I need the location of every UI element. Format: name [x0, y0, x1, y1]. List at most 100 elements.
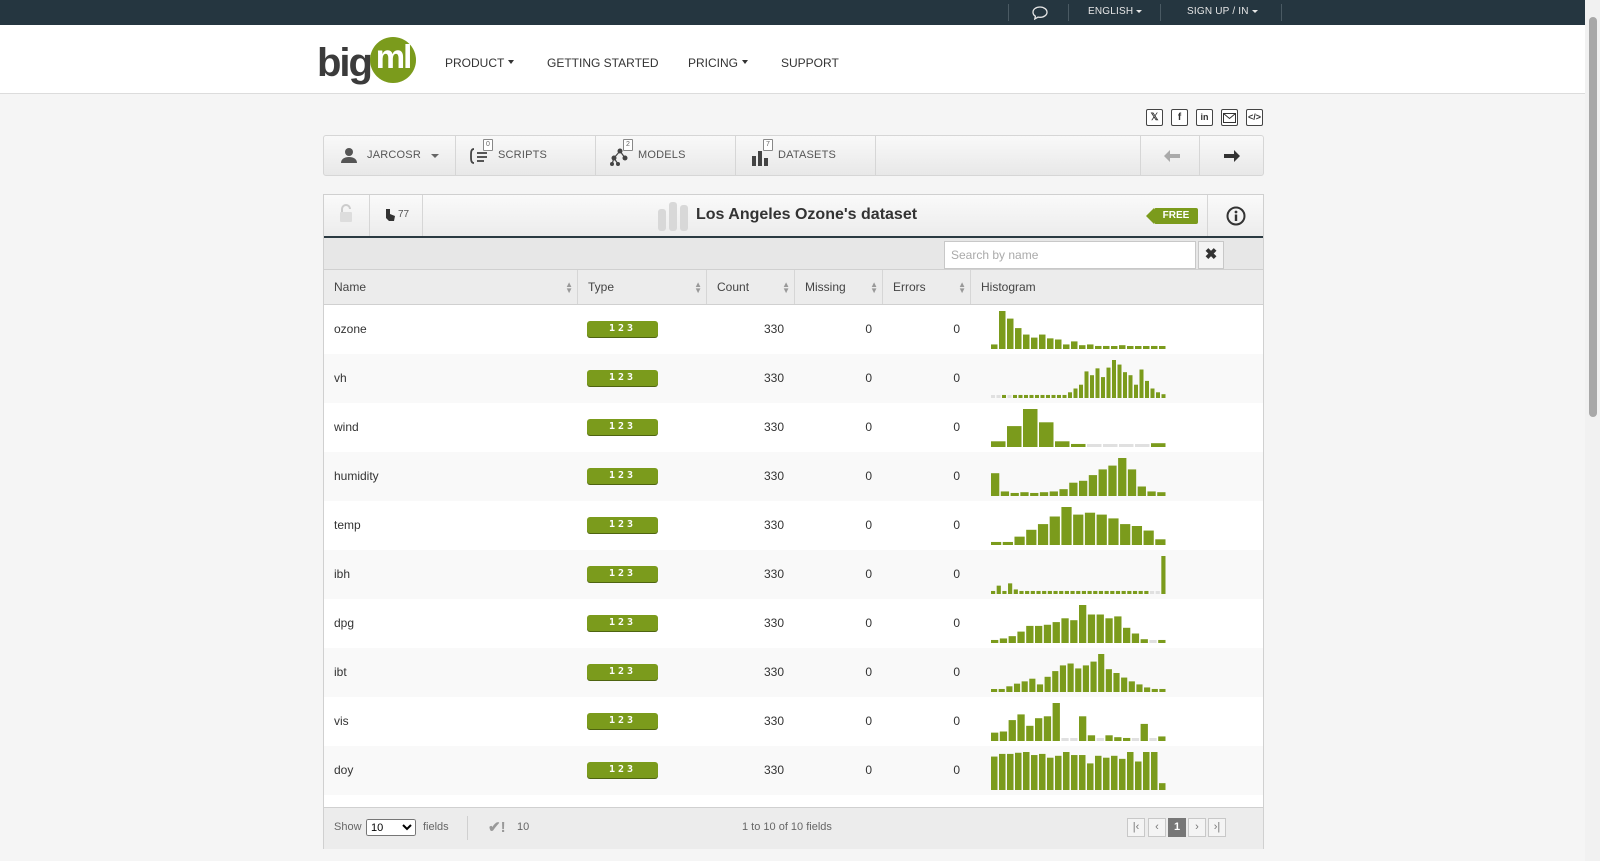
- field-name[interactable]: doy: [334, 746, 574, 795]
- mail-icon[interactable]: [1221, 109, 1238, 126]
- histogram-bar: [1007, 395, 1012, 398]
- histogram-bar: [1093, 590, 1098, 594]
- signup-menu[interactable]: SIGN UP / IN: [1187, 6, 1258, 17]
- table-row[interactable]: vis 123 330 0 0: [324, 697, 1263, 746]
- histogram-bar: [1059, 665, 1067, 692]
- page-size-select[interactable]: 10: [366, 819, 416, 836]
- field-name[interactable]: ozone: [334, 305, 574, 354]
- column-header-missing[interactable]: Missing ▲ ▼: [795, 270, 883, 304]
- nav-product[interactable]: PRODUCT: [445, 56, 515, 70]
- dataset-title: Los Angeles Ozone's dataset: [696, 206, 918, 223]
- histogram-bar: [1151, 688, 1158, 692]
- lock-button[interactable]: [324, 195, 370, 236]
- datasets-label: DATASETS: [778, 149, 837, 161]
- language-menu[interactable]: ENGLISH: [1088, 6, 1143, 17]
- table-row[interactable]: vh 123 330 0 0: [324, 354, 1263, 403]
- histogram-bar: [1127, 469, 1137, 496]
- histogram-bar: [1002, 394, 1006, 398]
- column-header-errors[interactable]: Errors ▲ ▼: [883, 270, 971, 304]
- histogram[interactable]: [991, 599, 1173, 648]
- table-row[interactable]: dpg 123 330 0 0: [324, 599, 1263, 648]
- histogram-bar: [1096, 738, 1104, 741]
- toolbar-scripts[interactable]: 0 SCRIPTS: [456, 136, 596, 175]
- toolbar-datasets[interactable]: 7 DATASETS: [736, 136, 876, 175]
- toolbar-models[interactable]: 2 MODELS: [596, 136, 736, 175]
- histogram-bar: [1035, 394, 1039, 398]
- histogram-bar: [1151, 443, 1166, 447]
- histogram-bar: [1023, 752, 1030, 790]
- first-page-button[interactable]: |‹: [1127, 818, 1145, 837]
- column-header-name[interactable]: Name ▲ ▼: [324, 270, 578, 304]
- next-page-button[interactable]: ›: [1188, 818, 1206, 837]
- table-row[interactable]: temp 123 330 0 0: [324, 501, 1263, 550]
- facebook-icon[interactable]: f: [1171, 109, 1188, 126]
- histogram[interactable]: [991, 452, 1173, 501]
- field-name[interactable]: temp: [334, 501, 574, 550]
- embed-code-icon[interactable]: </>: [1246, 109, 1263, 126]
- histogram-bar: [1132, 590, 1138, 594]
- search-input[interactable]: [944, 241, 1196, 269]
- histogram-bar: [1095, 368, 1100, 398]
- info-button[interactable]: [1207, 195, 1264, 236]
- field-errors: 0: [953, 469, 960, 483]
- nav-support[interactable]: SUPPORT: [781, 56, 839, 70]
- scrollbar-thumb[interactable]: [1589, 17, 1597, 417]
- field-errors: 0: [953, 420, 960, 434]
- histogram[interactable]: [991, 697, 1173, 746]
- nav-getting-started[interactable]: GETTING STARTED: [547, 56, 659, 70]
- table-row[interactable]: humidity 123 330 0 0: [324, 452, 1263, 501]
- histogram-bar: [1006, 686, 1013, 692]
- histogram-bar: [1042, 590, 1047, 594]
- field-name[interactable]: dpg: [334, 599, 574, 648]
- histogram-bar: [991, 732, 999, 741]
- pagination-range: 1 to 10 of 10 fields: [742, 821, 832, 833]
- histogram[interactable]: [991, 403, 1173, 452]
- histogram[interactable]: [991, 746, 1173, 795]
- check-warning-icon[interactable]: ✔!: [488, 818, 506, 836]
- histogram-bar: [1087, 344, 1094, 349]
- histogram-bar: [1119, 345, 1126, 349]
- histogram[interactable]: [991, 354, 1173, 403]
- histogram-bar: [1079, 480, 1088, 496]
- histogram[interactable]: [991, 550, 1173, 599]
- linkedin-icon[interactable]: in: [1196, 109, 1213, 126]
- histogram-bar: [1047, 590, 1052, 594]
- scrollbar[interactable]: [1585, 0, 1600, 861]
- prev-page-button[interactable]: ‹: [1148, 818, 1166, 837]
- top-bar-divider: [1160, 4, 1161, 21]
- field-name[interactable]: ibh: [334, 550, 574, 599]
- nav-pricing[interactable]: PRICING: [688, 56, 749, 70]
- last-page-button[interactable]: ›|: [1208, 818, 1226, 837]
- field-count: 330: [763, 518, 784, 532]
- page-number-button[interactable]: 1: [1168, 818, 1186, 837]
- field-name[interactable]: vh: [334, 354, 574, 403]
- dataset-panel: 77 Los Angeles Ozone's dataset FREE ✖ Na…: [323, 194, 1264, 849]
- user-menu[interactable]: JARCOSR: [324, 136, 456, 175]
- table-row[interactable]: wind 123 330 0 0: [324, 403, 1263, 452]
- table-row[interactable]: doy 123 330 0 0: [324, 746, 1263, 795]
- histogram-bar: [1127, 590, 1132, 594]
- histogram[interactable]: [991, 648, 1173, 697]
- field-name[interactable]: humidity: [334, 452, 574, 501]
- forward-button[interactable]: [1200, 136, 1263, 175]
- field-name[interactable]: vis: [334, 697, 574, 746]
- clear-search-button[interactable]: ✖: [1198, 241, 1224, 269]
- field-name[interactable]: wind: [334, 403, 574, 452]
- histogram-bar: [1068, 392, 1072, 398]
- table-row[interactable]: ozone 123 330 0 0: [324, 305, 1263, 354]
- table-row[interactable]: ibt 123 330 0 0: [324, 648, 1263, 697]
- table-row[interactable]: ibh 123 330 0 0: [324, 550, 1263, 599]
- field-count: 330: [763, 322, 784, 336]
- column-header-count[interactable]: Count ▲ ▼: [707, 270, 795, 304]
- x-icon[interactable]: 𝕏: [1146, 109, 1163, 126]
- column-header-type[interactable]: Type ▲ ▼: [578, 270, 707, 304]
- column-label: Type: [588, 280, 615, 294]
- histogram[interactable]: [991, 501, 1173, 550]
- histogram-bar: [1119, 444, 1134, 447]
- back-button[interactable]: [1140, 136, 1200, 175]
- field-errors: 0: [953, 763, 960, 777]
- fields-label: fields: [423, 821, 449, 833]
- field-name[interactable]: ibt: [334, 648, 574, 697]
- histogram[interactable]: [991, 305, 1173, 354]
- chat-icon[interactable]: [1032, 6, 1048, 25]
